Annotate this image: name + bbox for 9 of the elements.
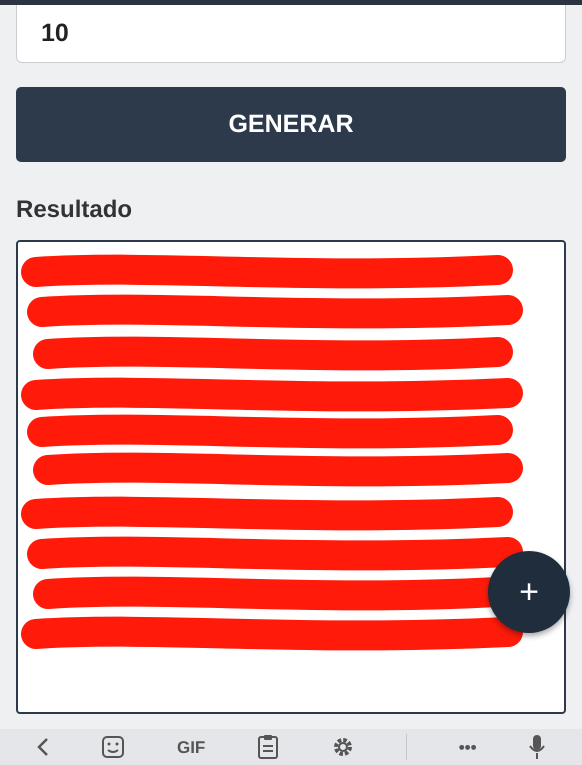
generate-button[interactable]: GENERAR: [16, 87, 566, 162]
toolbar-key[interactable]: GIF: [176, 738, 206, 756]
count-field[interactable]: 10: [16, 5, 566, 63]
toolbar-key[interactable]: •••: [458, 738, 477, 756]
microphone-icon[interactable]: [528, 734, 546, 760]
clipboard-icon[interactable]: [256, 734, 279, 760]
back-icon[interactable]: [36, 737, 50, 757]
result-label: Resultado: [16, 195, 134, 225]
sticker-icon[interactable]: [101, 735, 126, 759]
